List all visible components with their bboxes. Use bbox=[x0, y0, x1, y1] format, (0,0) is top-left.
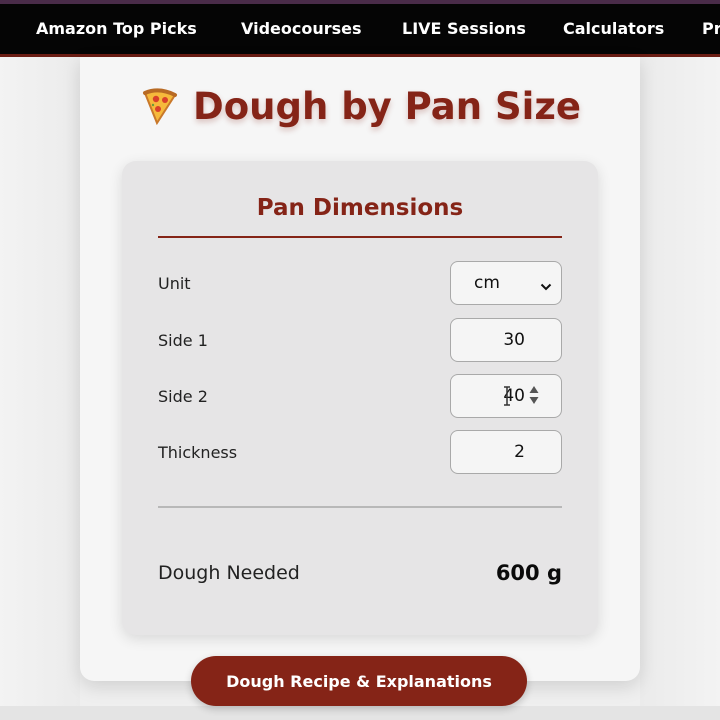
page-title: Dough by Pan Size bbox=[80, 85, 640, 134]
unit-label: Unit bbox=[158, 274, 191, 293]
unit-select-value: cm bbox=[474, 273, 500, 293]
side2-field[interactable] bbox=[450, 374, 562, 418]
thickness-label: Thickness bbox=[158, 443, 238, 462]
dough-recipe-button[interactable]: Dough Recipe & Explanations bbox=[191, 656, 527, 706]
number-spinner-icon[interactable] bbox=[528, 383, 540, 411]
panel-heading: Pan Dimensions bbox=[256, 195, 464, 221]
chevron-down-icon bbox=[540, 277, 552, 296]
side1-label: Side 1 bbox=[158, 331, 208, 350]
nav-link-videocourses[interactable]: Videocourses bbox=[241, 19, 362, 38]
dough-needed-value: 600 g bbox=[495, 561, 562, 585]
pan-dimensions-panel: Pan Dimensions Unit cm Side 1 Side 2 bbox=[122, 161, 598, 635]
pizza-icon bbox=[139, 85, 179, 134]
dough-needed-label: Dough Needed bbox=[158, 562, 300, 584]
unit-select[interactable]: cm bbox=[450, 261, 562, 305]
panel-heading-underline bbox=[158, 236, 562, 238]
nav-link-calculators[interactable]: Calculators bbox=[563, 19, 664, 38]
page-title-text: Dough by Pan Size bbox=[193, 85, 581, 128]
panel-divider bbox=[158, 506, 562, 508]
page: Amazon Top Picks Videocourses LIVE Sessi… bbox=[0, 0, 720, 720]
side1-input[interactable] bbox=[450, 318, 562, 362]
side2-label: Side 2 bbox=[158, 387, 208, 406]
bottom-edge bbox=[0, 706, 720, 720]
nav-link-live-sessions[interactable]: LIVE Sessions bbox=[402, 19, 526, 38]
nav-link-amazon-top-picks[interactable]: Amazon Top Picks bbox=[36, 19, 197, 38]
calculator-card: Dough by Pan Size Pan Dimensions Unit cm… bbox=[80, 57, 640, 681]
thickness-input[interactable] bbox=[450, 430, 562, 474]
top-navigation: Amazon Top Picks Videocourses LIVE Sessi… bbox=[0, 0, 720, 57]
background-shade-left bbox=[0, 57, 80, 720]
nav-link-truncated[interactable]: Pr bbox=[702, 19, 720, 38]
background-shade-right bbox=[640, 57, 720, 720]
text-cursor-icon bbox=[502, 386, 512, 410]
